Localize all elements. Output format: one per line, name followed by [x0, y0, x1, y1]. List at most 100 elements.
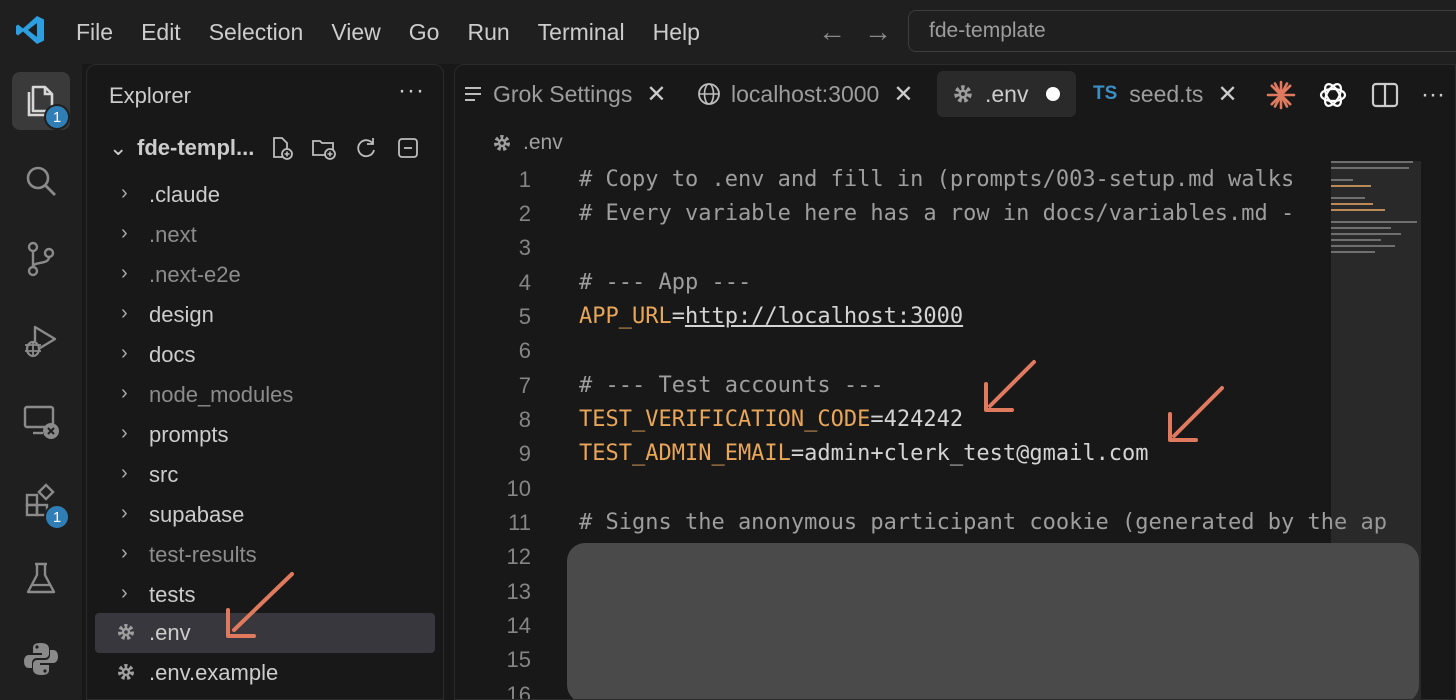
menu-terminal[interactable]: Terminal	[524, 0, 639, 64]
remote-explorer-icon	[23, 405, 59, 439]
tab-label: localhost:3000	[731, 80, 880, 107]
tree-folder-next[interactable]: › .next	[95, 215, 435, 255]
gear-icon	[118, 664, 134, 680]
env-key: TEST_VERIFICATION_CODE	[579, 407, 871, 432]
menu-file[interactable]: File	[62, 0, 127, 64]
folder-actions	[269, 135, 421, 161]
env-key: APP_URL	[579, 304, 672, 329]
menu-go[interactable]: Go	[395, 0, 454, 64]
tab-label: Grok Settings	[493, 80, 633, 107]
workspace-folder-header[interactable]: ⌄ fde-templ...	[87, 129, 443, 169]
collapse-all-icon[interactable]	[395, 135, 421, 161]
gear-icon	[494, 135, 510, 151]
tab-seed-ts[interactable]: TS seed.ts ✕	[1093, 71, 1238, 117]
tree-item-label: tests	[149, 582, 196, 607]
python-icon	[24, 643, 58, 675]
chevron-right-icon: ›	[121, 182, 128, 204]
tree-folder-claude[interactable]: › .claude	[95, 175, 435, 215]
tree-item-label: src	[149, 462, 179, 487]
source-control-activity[interactable]	[12, 230, 70, 288]
tree-folder-next-e2e[interactable]: › .next-e2e	[95, 255, 435, 295]
claude-sparkle-icon[interactable]	[1265, 79, 1297, 111]
navigation-arrows: ← →	[818, 16, 892, 48]
code-line: 4 # --- App ---	[518, 270, 752, 295]
tree-folder-supabase[interactable]: › supabase	[95, 495, 435, 535]
code-line: 2 # Every variable here has a row in doc…	[518, 201, 1295, 226]
back-arrow-icon[interactable]: ←	[818, 16, 846, 48]
tree-item-label: .claude	[149, 182, 220, 207]
vscode-logo-icon	[16, 16, 44, 44]
explorer-more-icon[interactable]: ···	[398, 77, 425, 105]
tree-item-label: .env	[149, 620, 191, 645]
annotation-arrow-icon	[1168, 386, 1224, 442]
gear-icon	[118, 624, 134, 640]
tab-grok-settings[interactable]: Grok Settings ✕	[463, 71, 666, 117]
code-line: 8 TEST_VERIFICATION_CODE=424242	[518, 407, 964, 432]
code-line: 5 APP_URL=http://localhost:3000	[518, 304, 964, 329]
chevron-right-icon: ›	[121, 222, 128, 244]
tree-item-label: .next	[149, 222, 197, 247]
new-folder-icon[interactable]	[311, 135, 337, 161]
command-center-search[interactable]: fde-template	[908, 10, 1456, 52]
new-file-icon[interactable]	[269, 135, 295, 161]
menu-selection[interactable]: Selection	[195, 0, 318, 64]
chevron-right-icon: ›	[121, 302, 128, 324]
tree-folder-prompts[interactable]: › prompts	[95, 415, 435, 455]
openai-icon[interactable]	[1317, 79, 1349, 111]
tree-folder-src[interactable]: › src	[95, 455, 435, 495]
refresh-icon[interactable]	[353, 135, 379, 161]
forward-arrow-icon[interactable]: →	[864, 16, 892, 48]
redaction-overlay	[567, 543, 1419, 699]
chevron-right-icon: ›	[121, 502, 128, 524]
chevron-right-icon: ›	[121, 582, 128, 604]
tree-folder-node-modules[interactable]: › node_modules	[95, 375, 435, 415]
explorer-activity[interactable]: 1	[12, 72, 70, 130]
code-line: 9 TEST_ADMIN_EMAIL=admin+clerk_test@gmai…	[518, 441, 1149, 466]
tree-file-env-example[interactable]: .env.example	[95, 653, 435, 693]
tree-folder-design[interactable]: › design	[95, 295, 435, 335]
code-line: 3	[518, 235, 531, 260]
remote-explorer-activity[interactable]	[12, 392, 70, 450]
menu-help[interactable]: Help	[639, 0, 714, 64]
tab-localhost[interactable]: localhost:3000 ✕	[697, 71, 913, 117]
tree-item-label: supabase	[149, 502, 245, 527]
tree-item-label: .env.example	[149, 660, 279, 685]
run-debug-activity[interactable]	[12, 312, 70, 370]
gear-icon	[951, 82, 975, 106]
tab-bar: Grok Settings ✕ localhost:3000 ✕ .env TS…	[455, 65, 1455, 125]
typescript-icon: TS	[1093, 83, 1118, 104]
minimap[interactable]	[1331, 161, 1421, 291]
split-editor-icon[interactable]	[1369, 79, 1401, 111]
tab-env[interactable]: .env	[937, 71, 1077, 117]
tree-item-label: node_modules	[149, 382, 294, 407]
unsaved-dot-icon[interactable]	[1046, 87, 1061, 101]
run-debug-icon	[25, 325, 57, 358]
title-bar: File Edit Selection View Go Run Terminal…	[0, 0, 1456, 64]
chevron-right-icon: ›	[121, 342, 128, 364]
breadcrumb[interactable]: .env	[491, 131, 563, 155]
source-control-icon	[27, 241, 55, 277]
close-icon[interactable]: ✕	[1217, 80, 1237, 109]
menu-view[interactable]: View	[317, 0, 394, 64]
activity-bar: 1 1	[0, 64, 82, 700]
extensions-badge: 1	[44, 504, 70, 530]
tree-item-label: design	[149, 302, 214, 327]
tree-item-label: prompts	[149, 422, 229, 447]
tree-item-label: .next-e2e	[149, 262, 241, 287]
close-icon[interactable]: ✕	[893, 80, 913, 109]
editor-actions: ···	[1265, 79, 1445, 111]
tree-folder-docs[interactable]: › docs	[95, 335, 435, 375]
menu-run[interactable]: Run	[453, 0, 523, 64]
extensions-activity[interactable]: 1	[12, 472, 70, 530]
more-actions-icon[interactable]: ···	[1421, 81, 1445, 109]
search-activity[interactable]	[12, 152, 70, 210]
tab-label: .env	[985, 80, 1029, 107]
chevron-right-icon: ›	[121, 382, 128, 404]
close-icon[interactable]: ✕	[646, 80, 666, 109]
chevron-right-icon: ›	[121, 462, 128, 484]
menu-edit[interactable]: Edit	[127, 0, 195, 64]
testing-activity[interactable]	[12, 550, 70, 608]
breadcrumb-file: .env	[523, 131, 563, 154]
python-activity[interactable]	[12, 630, 70, 688]
env-url-link[interactable]: http://localhost:3000	[685, 304, 963, 329]
